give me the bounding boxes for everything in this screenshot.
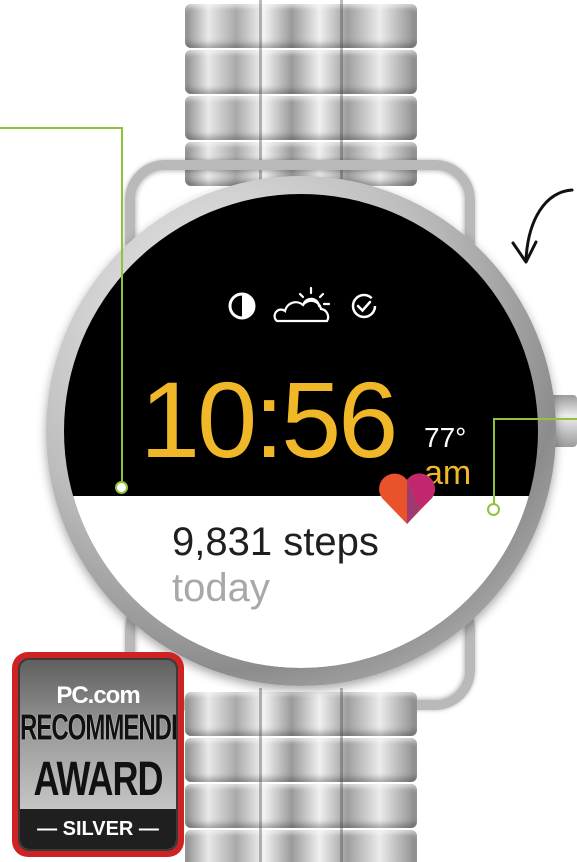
moon-phase-icon [228,292,256,320]
band-link [185,4,417,48]
check-circle-icon [351,293,377,319]
callout-line [493,418,495,504]
band-link [185,830,417,862]
band-link [185,50,417,94]
step-period: today [172,566,270,610]
band-link [185,96,417,140]
callout-line [121,127,123,483]
step-count: 9,831 steps [172,520,379,564]
badge-award: AWARD [33,750,164,806]
curved-arrow-icon [511,188,574,264]
badge-tier: — SILVER — [20,809,176,849]
status-icons [227,286,379,326]
callout-line [0,127,123,129]
watch-band-bottom [185,688,417,862]
award-badge: PC.com RECOMMENDED AWARD — SILVER — [12,652,184,857]
band-link [185,692,417,736]
callout-dot [487,503,500,516]
heart-icon [379,473,435,524]
callout-line [493,418,577,420]
callout-dot [115,481,128,494]
band-link [185,738,417,782]
watch-face: 10:56 77° am 9,831 steps today [64,194,538,668]
partly-cloudy-icon [273,286,331,323]
temperature: 77° [424,422,467,453]
badge-recommended: RECOMMENDED [20,708,176,749]
time-display: 10:56 [140,359,398,480]
band-link [185,784,417,828]
badge-site-logo: PC.com [56,682,140,709]
